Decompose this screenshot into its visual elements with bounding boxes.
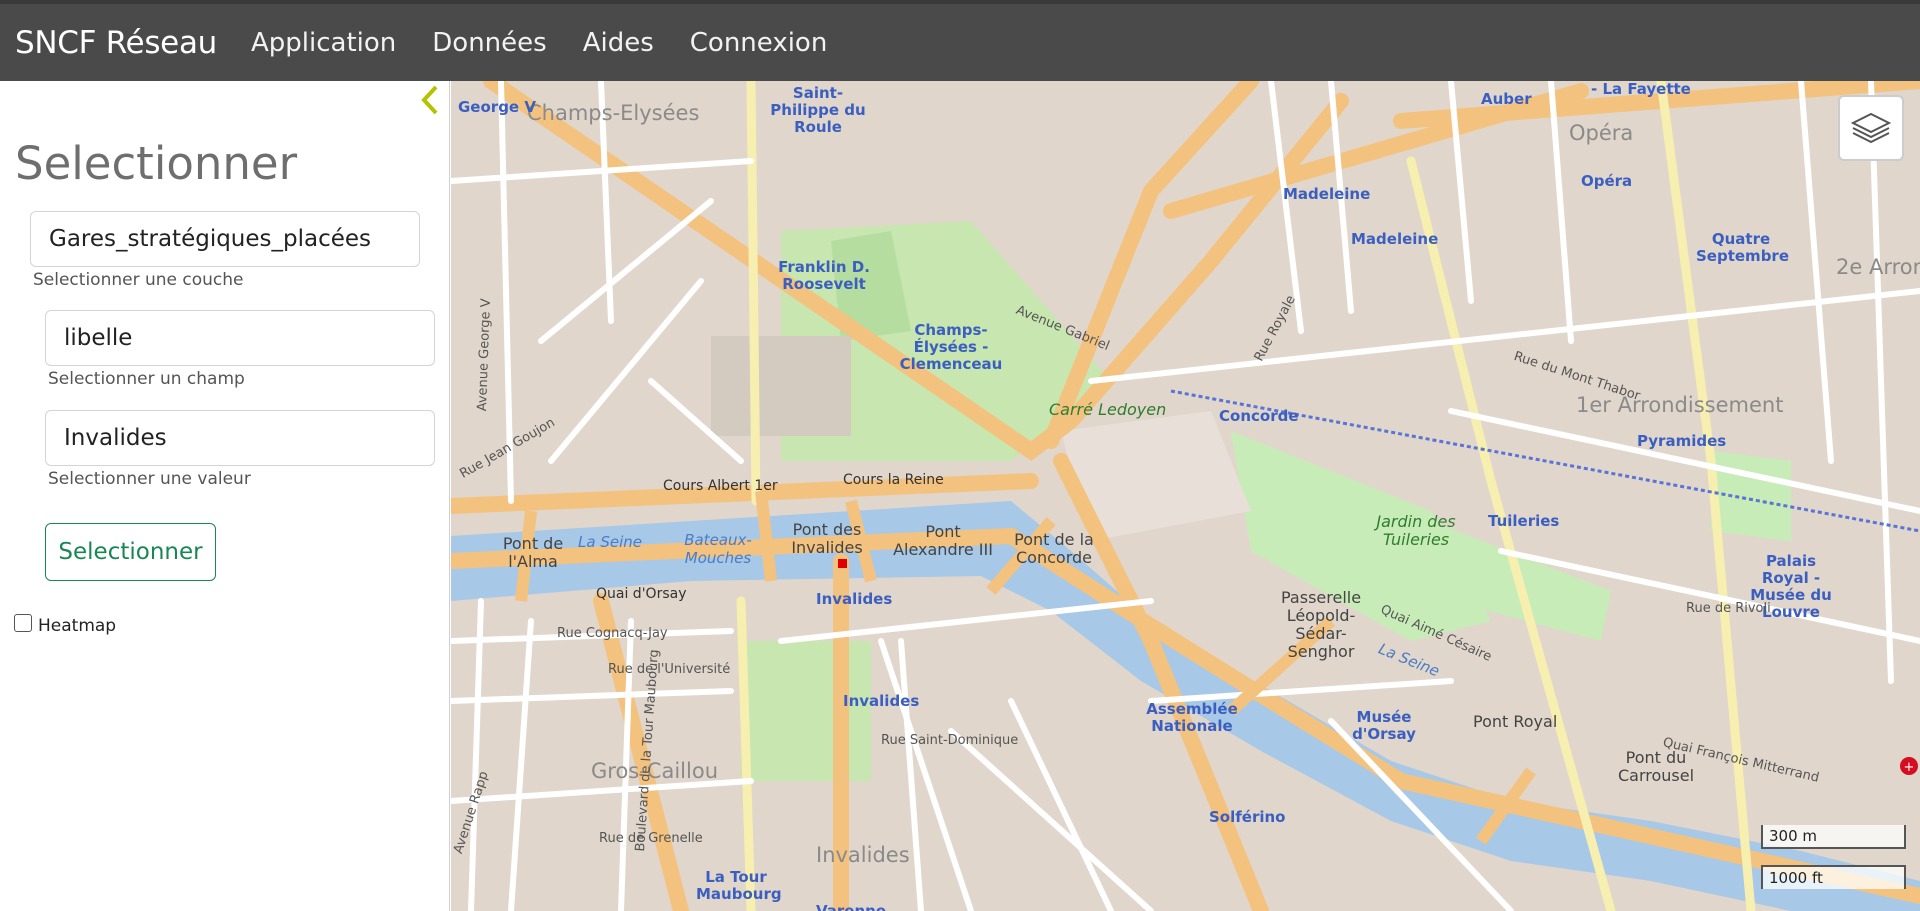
nav-aides[interactable]: Aides <box>565 28 672 58</box>
map-view[interactable]: + Champs-Elysées Opéra 1er Arrondissemen… <box>451 81 1920 911</box>
map-label-metro: Franklin D. Roosevelt <box>778 258 870 293</box>
map-label-area: 2e Arron <box>1836 255 1920 279</box>
map-label-street: Quai d'Orsay <box>596 586 687 602</box>
nav-connexion[interactable]: Connexion <box>672 28 846 58</box>
map-label-place: Pont de la Concorde <box>1014 530 1094 567</box>
map-label-metro: La Tour Maubourg <box>696 868 782 903</box>
field-select[interactable]: libelle <box>45 310 435 366</box>
brand-logo[interactable]: SNCF Réseau <box>15 25 217 61</box>
scale-bar-imperial: 1000 ft <box>1761 865 1906 889</box>
field-help: Selectionner un champ <box>48 369 245 389</box>
map-label-metro: Concorde <box>1219 407 1299 425</box>
layers-switcher-button[interactable] <box>1838 95 1904 161</box>
map-label-metro: Madeleine <box>1283 185 1371 203</box>
map-label-metro: Quatre Septembre <box>1696 230 1789 265</box>
layer-help: Selectionner une couche <box>33 270 244 290</box>
heatmap-toggle: Heatmap <box>14 610 116 636</box>
map-label-metro: Madeleine <box>1351 230 1439 248</box>
layers-icon <box>1851 112 1891 144</box>
map-label-area: 1er Arrondissement <box>1576 393 1784 417</box>
map-label-place: Pont des Invalides <box>791 520 863 557</box>
value-select[interactable]: Invalides <box>45 410 435 466</box>
value-help: Selectionner une valeur <box>48 469 251 489</box>
map-label-river: La Seine <box>578 533 642 551</box>
map-label-street: Rue Saint-Dominique <box>881 733 1019 748</box>
scale-bar-metric: 300 m <box>1761 825 1906 849</box>
map-label-metro: Invalides <box>843 692 920 710</box>
map-label-metro: Saint-Philippe du Roule <box>770 84 866 136</box>
map-label-metro: Solférino <box>1209 808 1286 826</box>
map-label-metro: Assemblée Nationale <box>1146 700 1238 735</box>
map-label-metro: George V <box>458 98 536 116</box>
map-label-place: Bateaux-Mouches <box>684 531 752 567</box>
map-label-metro: Opéra <box>1581 172 1633 190</box>
top-navbar: SNCF Réseau Application Données Aides Co… <box>0 0 1920 81</box>
map-label-area: Invalides <box>816 843 910 867</box>
selection-sidebar: Selectionner Gares_stratégiques_placées … <box>0 81 450 911</box>
map-label-place: Passerelle Léopold-Sédar-Senghor <box>1281 588 1362 661</box>
map-label-street: Cours Albert 1er <box>663 478 778 494</box>
map-label-park: Carré Ledoyen <box>1049 400 1167 419</box>
collapse-sidebar-button[interactable] <box>415 81 445 117</box>
map-label-street: Rue de l'Université <box>608 662 731 677</box>
map-label-metro: Varenne <box>816 902 887 911</box>
map-label-park: Jardin des Tuileries <box>1376 512 1456 549</box>
map-label-street: Rue Cognacq-Jay <box>557 626 668 641</box>
heatmap-label: Heatmap <box>38 616 117 636</box>
map-label-metro: Invalides <box>816 590 893 608</box>
map-label-place: Pont de l'Alma <box>502 534 564 571</box>
chevron-left-icon <box>421 85 438 115</box>
map-label-metro: Auber <box>1481 90 1532 108</box>
heatmap-checkbox[interactable] <box>14 614 32 632</box>
nav-application[interactable]: Application <box>233 28 414 58</box>
map-label-place: Pont Alexandre III <box>893 522 993 559</box>
map-label-metro: Pyramides <box>1637 432 1727 450</box>
select-button[interactable]: Selectionner <box>45 523 216 581</box>
svg-text:+: + <box>1904 760 1915 775</box>
nav-donnees[interactable]: Données <box>414 28 564 58</box>
layer-select[interactable]: Gares_stratégiques_placées <box>30 211 420 267</box>
map-label-area: Gros-Caillou <box>591 759 719 783</box>
map-label-street: Cours la Reine <box>843 472 944 488</box>
map-label-metro: Champs-Élysées - Clemenceau <box>899 321 1003 373</box>
map-label-street: Rue de Rivoli <box>1686 601 1771 616</box>
map-label-place: Pont Royal <box>1473 712 1558 731</box>
panel-title: Selectionner <box>15 137 298 190</box>
map-label-metro: Musée d'Orsay <box>1352 708 1416 743</box>
map-label-metro: Tuileries <box>1488 512 1560 530</box>
map-label-street: Rue de Grenelle <box>599 831 703 846</box>
map-label-metro: - La Fayette <box>1591 81 1691 98</box>
map-tiles: + <box>451 81 1920 911</box>
map-label-area: Opéra <box>1569 121 1634 145</box>
map-label-area: Champs-Elysées <box>527 101 700 125</box>
